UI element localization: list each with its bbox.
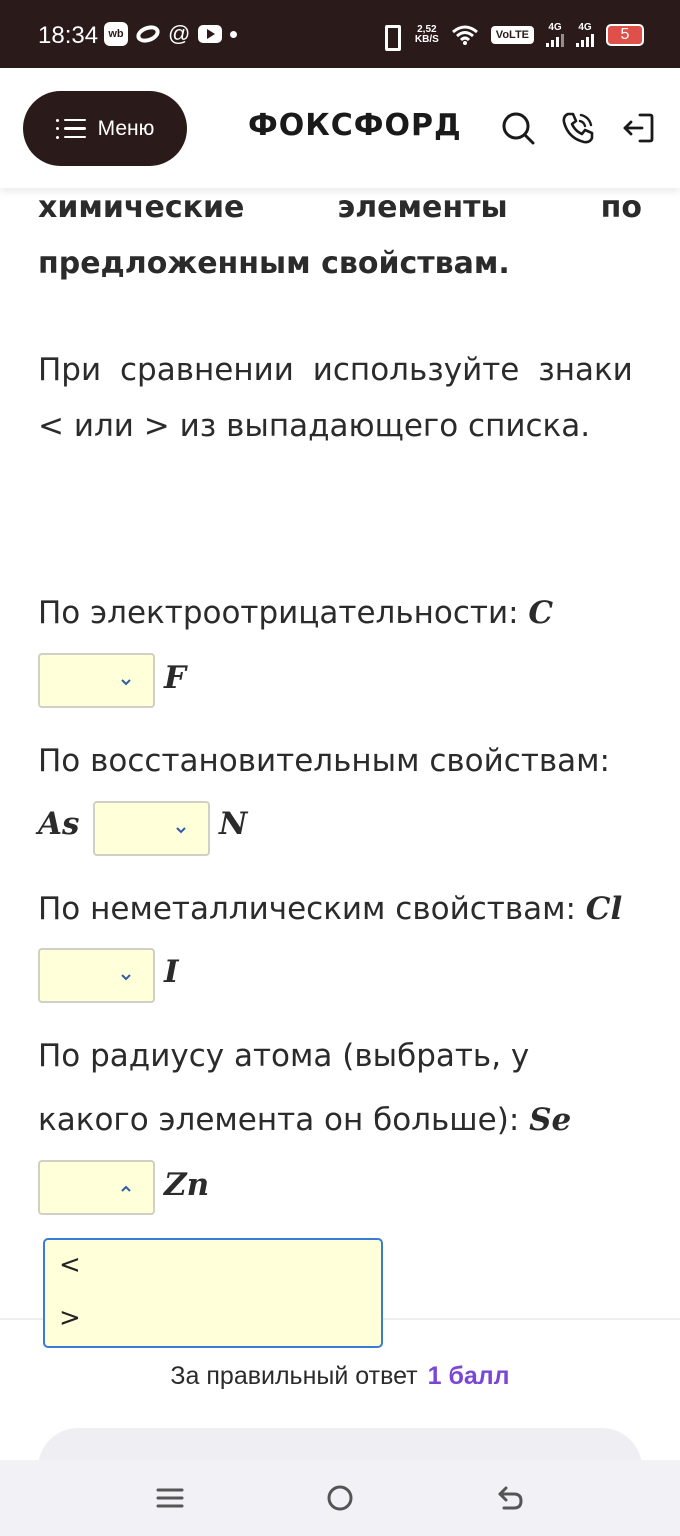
question-text: какого элемента он больше): bbox=[38, 1102, 520, 1138]
task-instruction-line2: предложенным свойствам. bbox=[38, 246, 510, 281]
wb-app-icon: wb bbox=[104, 22, 128, 46]
element-right: N bbox=[219, 806, 248, 842]
chevron-up-icon bbox=[121, 1185, 131, 1192]
network-speed: 2,52 KB/S bbox=[414, 23, 439, 45]
element-left: Cl bbox=[585, 891, 623, 927]
signal-bars-icon bbox=[576, 33, 594, 47]
network-type-2: 4G bbox=[578, 22, 592, 33]
element-left: Se bbox=[529, 1102, 572, 1138]
network-speed-unit: KB/S bbox=[414, 33, 439, 45]
signal-sim1: 4G bbox=[546, 22, 564, 47]
ring-app-icon bbox=[133, 22, 163, 46]
option-greater-than[interactable]: > bbox=[59, 1303, 81, 1333]
element-left: As bbox=[38, 806, 80, 842]
battery-icon: 5 bbox=[606, 23, 644, 46]
instruction-word: химические bbox=[38, 190, 245, 225]
recent-apps-icon[interactable] bbox=[154, 1482, 186, 1514]
chevron-down-icon bbox=[121, 679, 131, 686]
hint-text: При сравнении используйте знаки bbox=[38, 352, 633, 388]
signal-bars-icon bbox=[546, 33, 564, 47]
chevron-down-icon bbox=[121, 974, 131, 981]
question-text: По электроотрицательности: bbox=[38, 595, 519, 631]
search-icon[interactable] bbox=[500, 110, 536, 146]
instruction-word: элементы bbox=[337, 190, 508, 225]
option-less-than[interactable]: < bbox=[59, 1250, 81, 1280]
foxford-logo[interactable]: ФОКСФОРД bbox=[248, 108, 462, 143]
score-info: За правильный ответ 1 балл bbox=[0, 1362, 680, 1391]
score-label: За правильный ответ bbox=[170, 1362, 418, 1390]
volte-badge: VoLTE bbox=[490, 25, 534, 44]
compare-select-3[interactable] bbox=[38, 948, 155, 1003]
element-left: C bbox=[528, 595, 554, 631]
question-electronegativity: По электроотрицательности: C bbox=[38, 595, 553, 631]
question-radius-line1: По радиусу атома (выбрать, у bbox=[38, 1038, 530, 1074]
task-instruction-line1: химические элементы по bbox=[38, 190, 642, 225]
youtube-icon bbox=[198, 25, 223, 43]
notification-icons: wb @ bbox=[104, 21, 238, 46]
phone-icon[interactable] bbox=[560, 110, 596, 146]
compare-select-2[interactable] bbox=[93, 801, 210, 856]
instruction-word: по bbox=[600, 190, 642, 225]
element-right: Zn bbox=[164, 1167, 210, 1203]
dropdown-options-list: < > bbox=[43, 1238, 383, 1348]
network-speed-value: 2,52 bbox=[417, 23, 437, 35]
wifi-icon bbox=[451, 25, 478, 45]
element-right: F bbox=[164, 660, 187, 696]
menu-button[interactable]: Меню bbox=[23, 91, 187, 166]
chevron-down-icon bbox=[176, 827, 186, 834]
system-icons: 2,52 KB/S VoLTE 4G 4G 5 bbox=[377, 22, 644, 51]
site-header: Меню ФОКСФОРД bbox=[0, 68, 680, 188]
at-sign-icon: @ bbox=[168, 21, 191, 46]
vibrate-icon bbox=[377, 23, 403, 51]
compare-select-1[interactable] bbox=[38, 653, 155, 708]
score-points: 1 балл bbox=[427, 1362, 510, 1390]
back-icon[interactable] bbox=[494, 1482, 526, 1514]
system-nav-bar bbox=[0, 1460, 680, 1536]
home-icon[interactable] bbox=[324, 1482, 356, 1514]
status-time: 18:34 bbox=[38, 22, 99, 49]
login-icon[interactable] bbox=[620, 110, 656, 146]
question-reducing: По восстановительным свойствам: bbox=[38, 743, 610, 779]
hint-line1: При сравнении используйте знаки bbox=[38, 352, 642, 388]
more-notifications-dot-icon bbox=[230, 30, 238, 38]
question-text: По неметаллическим свойствам: bbox=[38, 891, 576, 927]
signal-sim2: 4G bbox=[576, 22, 594, 47]
status-bar: 18:34 wb @ 2,52 KB/S VoLTE 4G 4G 5 bbox=[0, 0, 680, 68]
network-type-1: 4G bbox=[548, 22, 562, 33]
menu-icon bbox=[55, 118, 86, 139]
element-right: I bbox=[164, 954, 179, 990]
compare-select-4[interactable] bbox=[38, 1160, 155, 1215]
question-nonmetallic: По неметаллическим свойствам: Cl bbox=[38, 891, 622, 927]
hint-line2: < или > из выпадающего списка. bbox=[38, 408, 591, 444]
question-radius-line2: какого элемента он больше): Se bbox=[38, 1102, 571, 1138]
menu-button-label: Меню bbox=[97, 116, 155, 140]
